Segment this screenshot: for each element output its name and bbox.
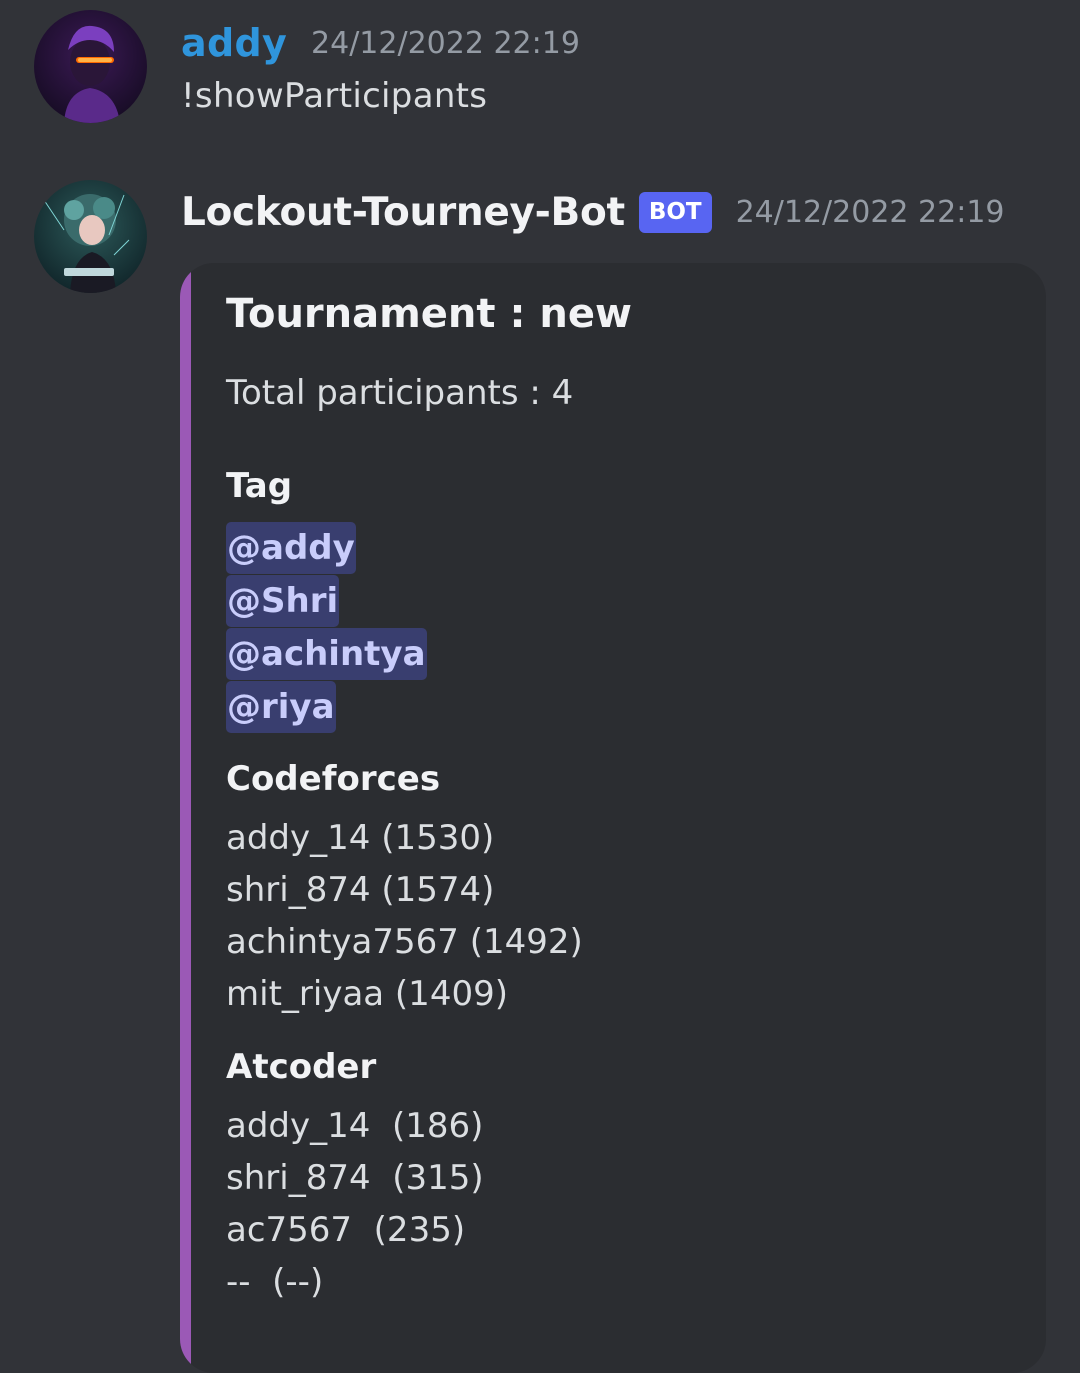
bot-badge: BOT (638, 191, 712, 233)
field-values: addy_14 (186) shri_874 (315) ac7567 (235… (226, 1100, 484, 1308)
field-value-line: ac7567 (235) (226, 1210, 466, 1250)
field-name: Codeforces (226, 759, 441, 799)
message-timestamp: 24/12/2022 22:19 (311, 25, 580, 61)
author-name[interactable]: addy (181, 21, 287, 65)
message-content: !showParticipants (181, 76, 488, 116)
field-atcoder: Atcoder addy_14 (186) shri_874 (315) ac7… (226, 1044, 484, 1308)
field-value-line: achintya7567 (1492) (226, 922, 583, 962)
embed-title: Tournament : new (226, 291, 632, 337)
message-addy: addy 24/12/2022 22:19 !showParticipants (0, 0, 1080, 150)
embed: Tournament : new Total participants : 4 … (180, 263, 1046, 1373)
field-values: addy_14 (1530) shri_874 (1574) achintya7… (226, 812, 583, 1020)
user-mention[interactable]: @addy (226, 522, 356, 574)
field-tag: Tag @addy @Shri @achintya @riya (226, 463, 427, 734)
message-timestamp: 24/12/2022 22:19 (735, 194, 1005, 230)
field-value-line: addy_14 (186) (226, 1106, 484, 1146)
field-value-line: shri_874 (315) (226, 1158, 484, 1198)
user-mention[interactable]: @riya (226, 681, 336, 733)
field-codeforces: Codeforces addy_14 (1530) shri_874 (1574… (226, 756, 583, 1020)
author-line: addy 24/12/2022 22:19 (181, 18, 580, 68)
author-name[interactable]: Lockout-Tourney-Bot (181, 190, 625, 235)
user-mention[interactable]: @Shri (226, 575, 340, 627)
author-line: Lockout-Tourney-Bot BOT 24/12/2022 22:19 (181, 187, 1005, 237)
field-value-line: mit_riyaa (1409) (226, 974, 508, 1014)
embed-description: Total participants : 4 (226, 373, 574, 413)
field-value-line: addy_14 (1530) (226, 818, 495, 858)
user-mention[interactable]: @achintya (226, 628, 427, 680)
embed-color-bar (180, 263, 191, 1373)
user-avatar-icon[interactable] (34, 10, 147, 123)
bot-avatar-icon[interactable] (34, 180, 147, 293)
field-name: Tag (226, 466, 293, 506)
field-value-line: shri_874 (1574) (226, 870, 495, 910)
field-values: @addy @Shri @achintya @riya (226, 522, 427, 734)
field-value-line: -- (--) (226, 1262, 324, 1302)
field-name: Atcoder (226, 1047, 377, 1087)
